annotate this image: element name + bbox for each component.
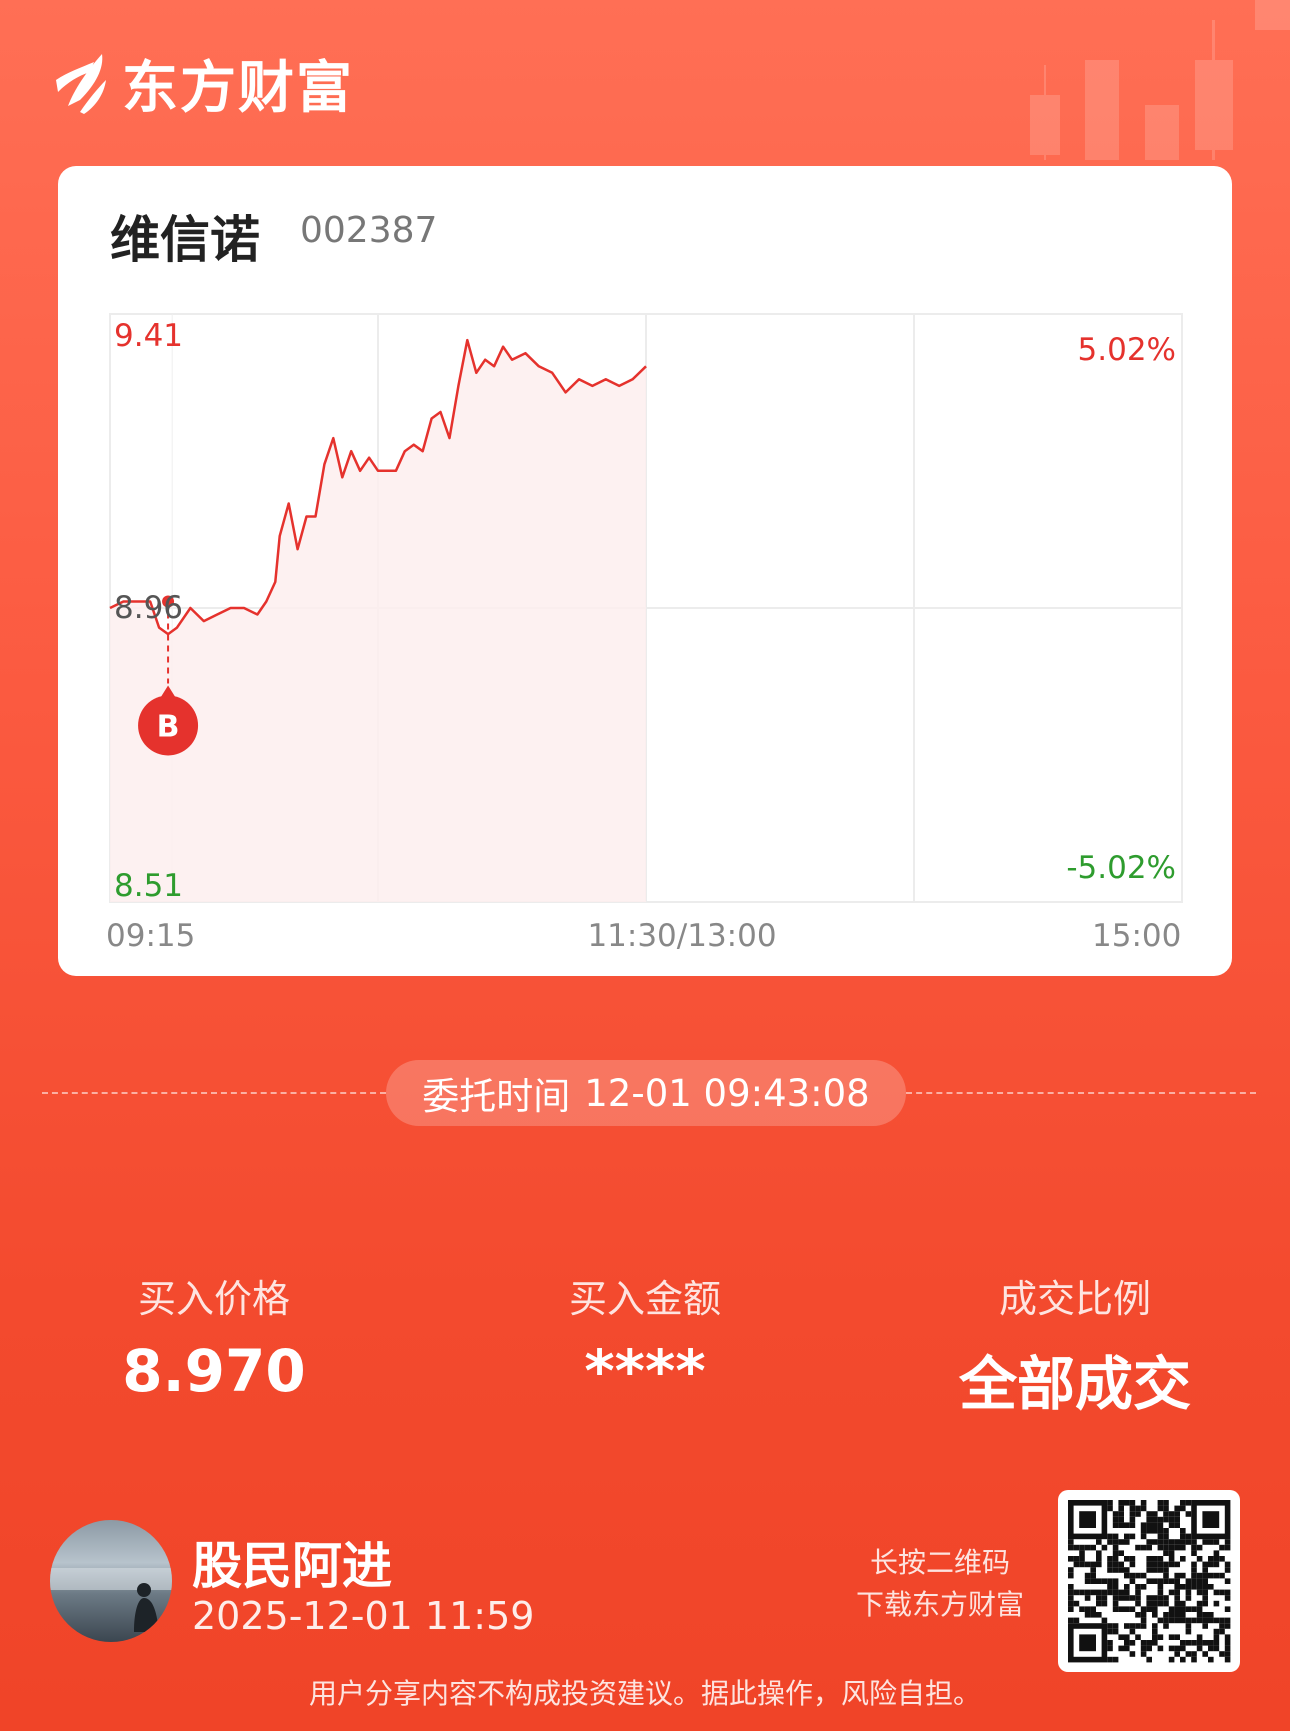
y-axis-low-label: 8.51 <box>114 868 184 904</box>
brand-name: 东方财富 <box>122 55 354 121</box>
decorative-candles <box>1030 0 1290 160</box>
divider-left <box>42 1092 386 1094</box>
y-axis-prev-close-label: 8.96 <box>114 590 184 626</box>
stat-label: 买入金额 <box>568 1277 721 1321</box>
y-axis-high-label: 9.41 <box>114 318 184 354</box>
stat-value: 8.970 <box>122 1337 306 1405</box>
qr-hint: 长按二维码 下载东方财富 <box>840 1542 1040 1626</box>
share-time: 2025-12-01 11:59 <box>192 1594 535 1638</box>
stat-value: 全部成交 <box>958 1350 1191 1418</box>
stock-chart-card: 维信诺 002387 B 9.41 8.96 8.51 5.02% -5.02%… <box>58 166 1232 976</box>
qr-code-icon <box>1068 1500 1231 1663</box>
pct-axis-low-label: -5.02% <box>1066 850 1176 886</box>
user-name: 股民阿进 <box>192 1537 392 1595</box>
user-avatar[interactable] <box>50 1520 172 1642</box>
stat-label: 成交比例 <box>998 1277 1151 1321</box>
disclaimer: 用户分享内容不构成投资建议。据此操作，风险自担。 <box>308 1677 981 1710</box>
stat-buy-price: 买入价格 8.970 <box>14 1268 414 1405</box>
download-qr-code[interactable] <box>1058 1490 1240 1672</box>
stat-fill-ratio: 成交比例 全部成交 <box>875 1268 1275 1421</box>
order-time-value: 12-01 09:43:08 <box>584 1071 870 1115</box>
stat-value: **** <box>584 1337 706 1405</box>
buy-marker-label: B <box>157 709 180 744</box>
pct-axis-high-label: 5.02% <box>1077 332 1176 368</box>
divider-right <box>906 1092 1256 1094</box>
avatar-silhouette-icon <box>50 1568 172 1632</box>
x-tick-close: 15:00 <box>1092 918 1182 954</box>
x-tick-open: 09:15 <box>106 918 196 954</box>
qr-hint-line1: 长按二维码 <box>869 1546 1010 1579</box>
app-logo: 东方财富 <box>50 48 354 121</box>
order-time-pill: 委托时间 12-01 09:43:08 <box>386 1060 906 1126</box>
stat-buy-amount: 买入金额 **** <box>445 1268 845 1405</box>
stat-label: 买入价格 <box>137 1277 290 1321</box>
eastmoney-logo-icon <box>56 54 106 114</box>
qr-hint-line2: 下载东方财富 <box>855 1588 1024 1621</box>
intraday-chart: B <box>109 313 1183 903</box>
order-time-label: 委托时间 <box>422 1075 571 1118</box>
x-tick-midday: 11:30/13:00 <box>587 918 777 954</box>
